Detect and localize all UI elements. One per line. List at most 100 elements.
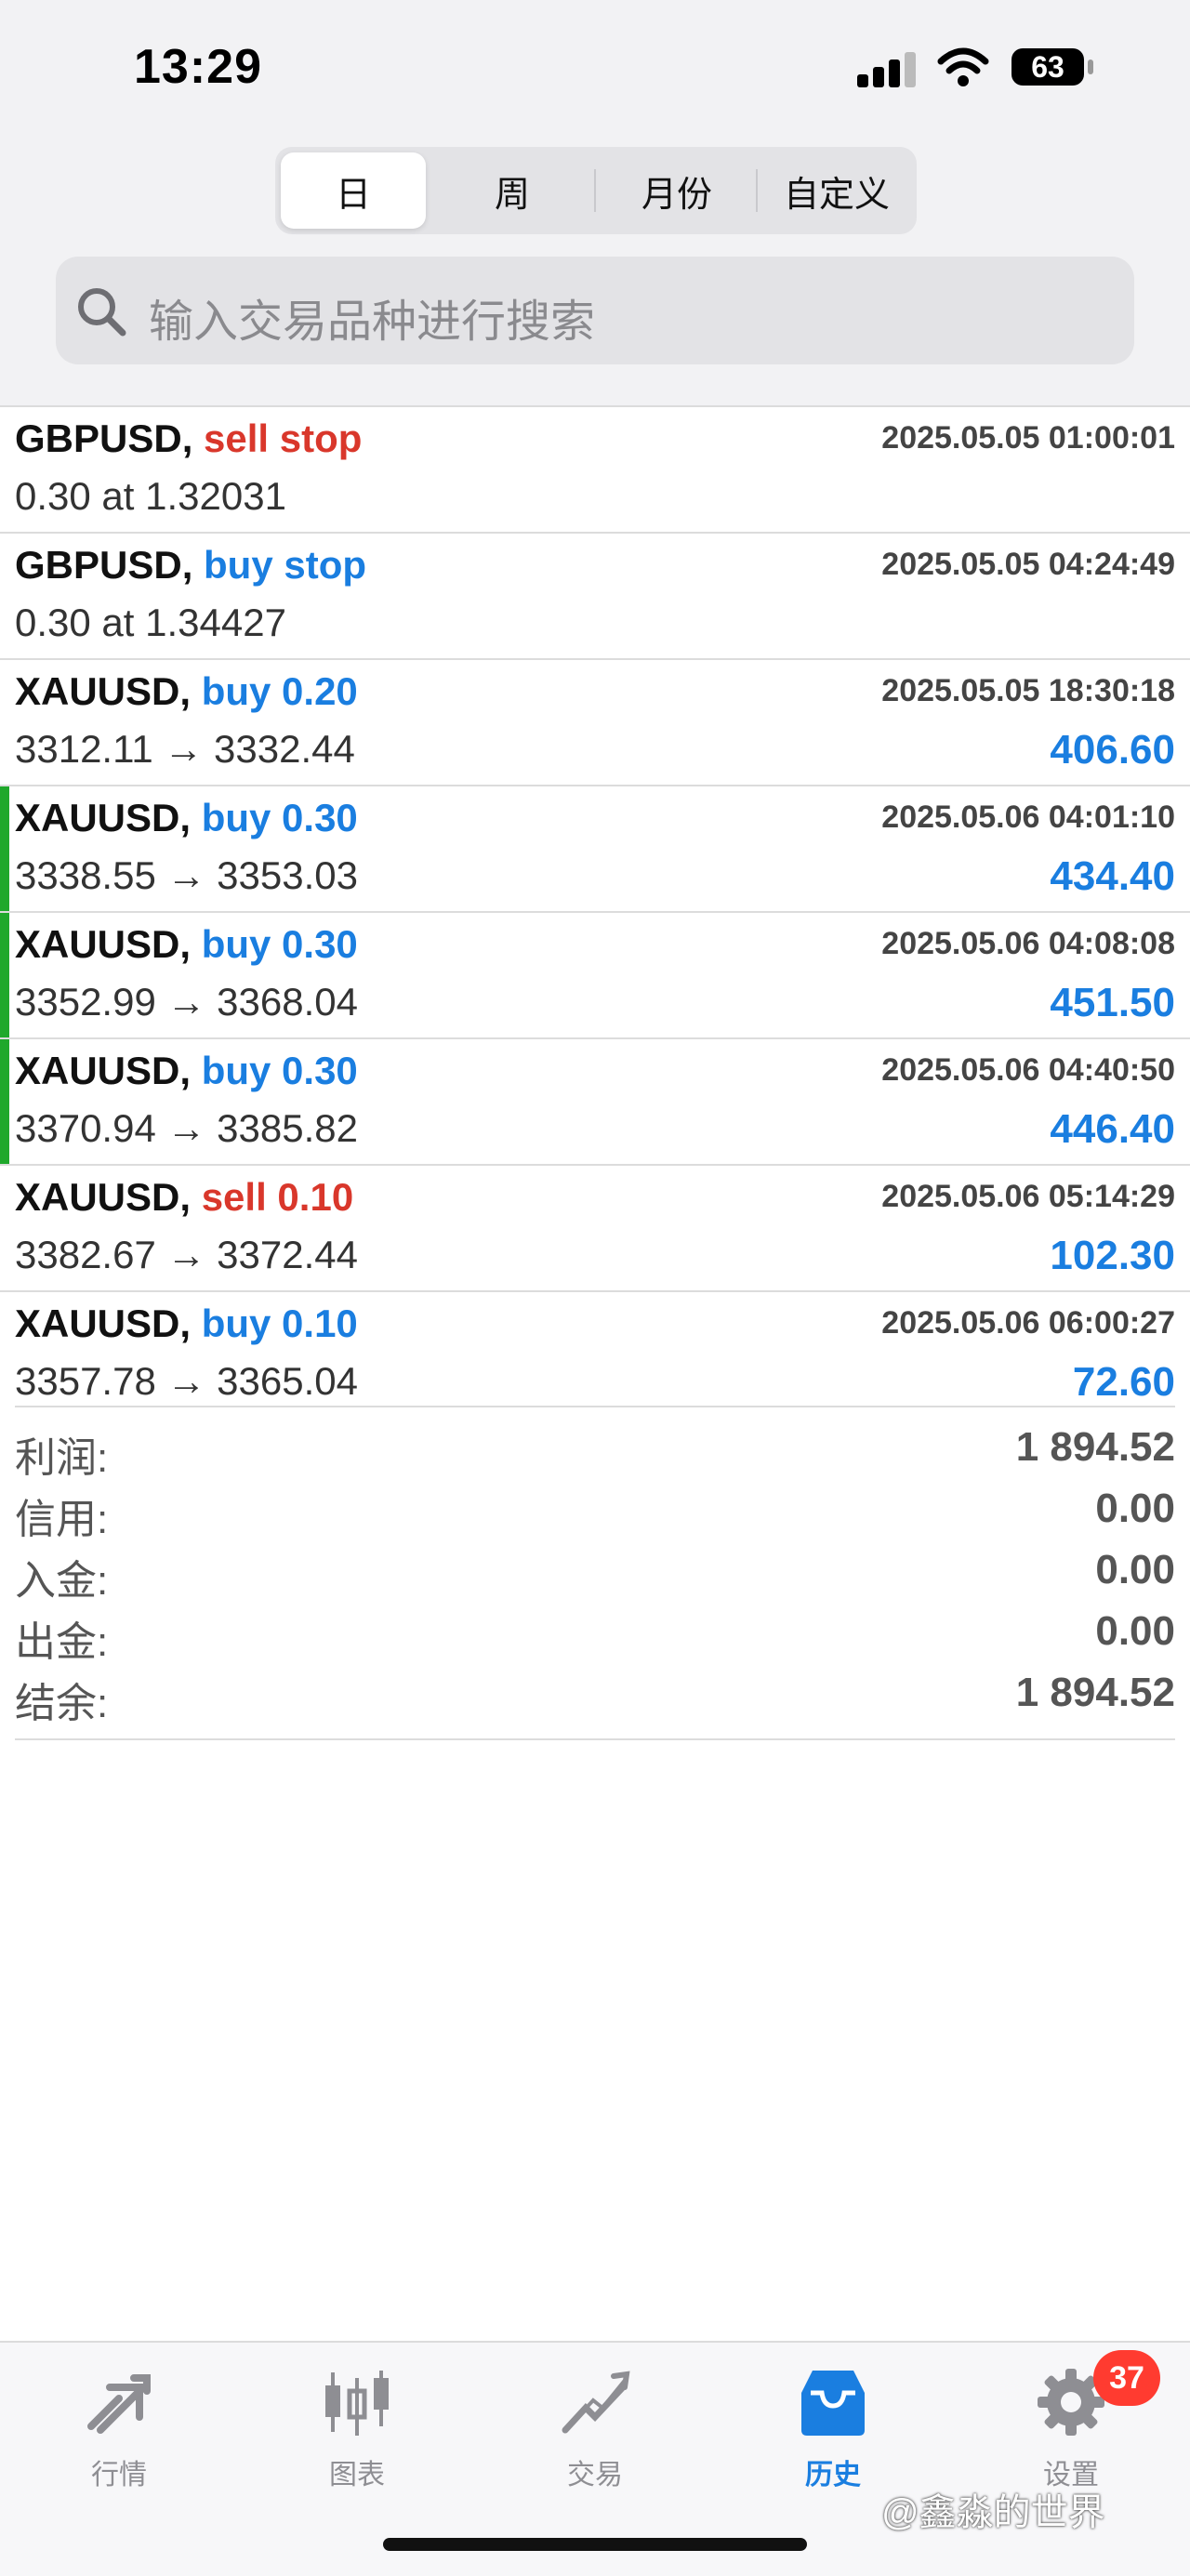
trade-prices: 3382.67 → 3372.44 <box>15 1233 358 1276</box>
watermark: @鑫淼的世界 <box>881 2492 1105 2533</box>
trade-profit: 446.40 <box>1050 1106 1175 1152</box>
trade-datetime: 2025.05.06 04:01:10 <box>881 799 1175 835</box>
trade-symbol: XAUUSD, buy 0.20 <box>15 669 358 714</box>
trade-symbol: GBPUSD, sell stop <box>15 416 362 461</box>
symbol-text: GBPUSD, <box>15 416 193 460</box>
trade-profit: 406.60 <box>1050 727 1175 773</box>
list-item[interactable]: GBPUSD, buy stop 2025.05.05 04:24:49 0.3… <box>0 532 1190 658</box>
summary-label: 出金: <box>15 1619 109 1665</box>
tab-history[interactable]: 历史 <box>759 2365 907 2492</box>
search-input[interactable]: 输入交易品种进行搜索 <box>56 257 1134 364</box>
summary-label: 信用: <box>15 1497 109 1542</box>
symbol-text: GBPUSD, <box>15 543 193 587</box>
list-item[interactable]: XAUUSD, buy 0.30 2025.05.06 04:40:50 337… <box>0 1037 1190 1164</box>
tab-day[interactable]: 日 <box>281 152 426 229</box>
trade-history-list: GBPUSD, sell stop 2025.05.05 01:00:01 0.… <box>0 405 1190 1417</box>
trade-datetime: 2025.05.06 04:40:50 <box>881 1052 1175 1088</box>
summary-row-deposit: 入金: 0.00 <box>15 1547 1175 1608</box>
settings-notification-badge: 37 <box>1093 2350 1160 2406</box>
summary-value: 1 894.52 <box>1015 1424 1175 1470</box>
trade-icon <box>562 2371 630 2434</box>
tab-week-label: 周 <box>494 175 530 215</box>
trade-datetime: 2025.05.06 04:08:08 <box>881 926 1175 961</box>
trade-symbol: XAUUSD, buy 0.30 <box>15 1049 358 1093</box>
summary-row-profit: 利润: 1 894.52 <box>15 1424 1175 1486</box>
selection-marker <box>0 1039 9 1164</box>
summary-label: 结余: <box>15 1681 109 1726</box>
segment-divider <box>756 169 758 212</box>
selection-marker <box>0 786 9 911</box>
trade-profit: 72.60 <box>1072 1359 1175 1405</box>
search-icon <box>78 288 126 337</box>
trade-prices: 3370.94 → 3385.82 <box>15 1106 358 1150</box>
list-item[interactable]: XAUUSD, sell 0.10 2025.05.06 05:14:29 33… <box>0 1164 1190 1290</box>
trade-action: buy 0.10 <box>201 1301 358 1345</box>
list-item[interactable]: XAUUSD, buy 0.20 2025.05.05 18:30:18 331… <box>0 658 1190 785</box>
home-indicator[interactable] <box>383 2538 807 2551</box>
list-item[interactable]: GBPUSD, sell stop 2025.05.05 01:00:01 0.… <box>0 405 1190 532</box>
trade-symbol: XAUUSD, sell 0.10 <box>15 1175 353 1220</box>
status-bar: 13:29 63 <box>0 0 1190 130</box>
status-time: 13:29 <box>134 40 262 94</box>
trade-prices: 3352.99 → 3368.04 <box>15 980 358 1024</box>
symbol-text: XAUUSD, <box>15 669 192 713</box>
tab-custom-label: 自定义 <box>783 175 890 215</box>
tab-trade[interactable]: 交易 <box>521 2365 669 2492</box>
list-item[interactable]: XAUUSD, buy 0.10 2025.05.06 06:00:27 335… <box>0 1290 1190 1417</box>
symbol-text: XAUUSD, <box>15 1301 192 1345</box>
trade-prices: 3357.78 → 3365.04 <box>15 1359 358 1403</box>
trade-datetime: 2025.05.06 05:14:29 <box>881 1179 1175 1214</box>
chart-icon <box>325 2371 389 2436</box>
trade-action: sell 0.10 <box>201 1175 354 1219</box>
trade-datetime: 2025.05.05 04:24:49 <box>881 547 1175 582</box>
search-placeholder: 输入交易品种进行搜索 <box>149 297 596 347</box>
trade-profit: 451.50 <box>1050 980 1175 1025</box>
summary-divider <box>15 1738 1175 1740</box>
summary-value: 0.00 <box>1095 1486 1175 1531</box>
list-item[interactable]: XAUUSD, buy 0.30 2025.05.06 04:01:10 333… <box>0 785 1190 911</box>
history-icon <box>801 2371 865 2436</box>
tab-chart-label: 图表 <box>329 2460 385 2490</box>
trade-action: buy stop <box>204 543 367 587</box>
tab-month[interactable]: 月份 <box>601 152 753 229</box>
list-item[interactable]: XAUUSD, buy 0.30 2025.05.06 04:08:08 335… <box>0 911 1190 1037</box>
trade-prices: 3312.11 → 3332.44 <box>15 727 355 771</box>
trade-symbol: GBPUSD, buy stop <box>15 543 366 588</box>
symbol-text: XAUUSD, <box>15 796 192 839</box>
tab-day-label: 日 <box>335 175 371 215</box>
account-summary: 利润: 1 894.52 信用: 0.00 入金: 0.00 出金: 0.00 … <box>15 1406 1175 1731</box>
selection-marker <box>0 913 9 1037</box>
trade-profit: 434.40 <box>1050 853 1175 899</box>
symbol-text: XAUUSD, <box>15 1049 192 1092</box>
segment-divider <box>594 169 596 212</box>
tab-trade-label: 交易 <box>567 2460 623 2490</box>
trade-prices: 3338.55 → 3353.03 <box>15 853 358 897</box>
tab-week[interactable]: 周 <box>435 152 589 229</box>
tab-month-label: 月份 <box>641 175 712 215</box>
trade-datetime: 2025.05.06 06:00:27 <box>881 1305 1175 1341</box>
trade-action: buy 0.20 <box>201 669 358 713</box>
battery-tip <box>1088 59 1093 74</box>
trade-prices: 0.30 at 1.32031 <box>15 474 286 518</box>
trade-prices: 0.30 at 1.34427 <box>15 601 286 644</box>
battery-level: 63 <box>1031 49 1064 84</box>
trade-action: buy 0.30 <box>201 796 358 839</box>
summary-row-withdrawal: 出金: 0.00 <box>15 1608 1175 1670</box>
summary-value: 1 894.52 <box>1015 1670 1175 1715</box>
cellular-signal-icon <box>857 50 919 87</box>
trade-symbol: XAUUSD, buy 0.30 <box>15 922 358 967</box>
quotes-icon <box>87 2374 151 2434</box>
trade-datetime: 2025.05.05 01:00:01 <box>881 420 1175 456</box>
summary-value: 0.00 <box>1095 1547 1175 1592</box>
period-selector: 日 周 月份 自定义 <box>275 147 917 234</box>
tab-quotes-label: 行情 <box>91 2460 147 2490</box>
trade-profit: 102.30 <box>1050 1233 1175 1278</box>
wifi-icon <box>937 47 989 86</box>
summary-label: 利润: <box>15 1435 109 1481</box>
summary-row-credit: 信用: 0.00 <box>15 1486 1175 1547</box>
trade-datetime: 2025.05.05 18:30:18 <box>881 673 1175 708</box>
tab-custom[interactable]: 自定义 <box>760 152 913 229</box>
tab-chart[interactable]: 图表 <box>283 2365 431 2492</box>
symbol-text: XAUUSD, <box>15 1175 192 1219</box>
tab-quotes[interactable]: 行情 <box>45 2365 193 2492</box>
